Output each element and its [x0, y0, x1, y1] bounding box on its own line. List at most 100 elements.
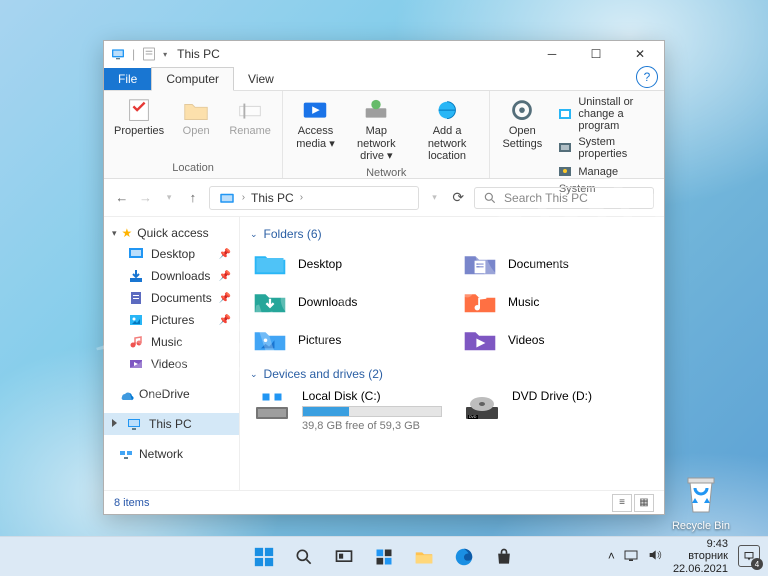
settings-icon	[507, 97, 537, 123]
folders-section-header[interactable]: ⌄Folders (6)	[250, 227, 654, 241]
qat: | ▾	[110, 46, 167, 62]
recycle-bin[interactable]: Recycle Bin	[670, 468, 732, 532]
minimize-button[interactable]: ─	[530, 41, 574, 67]
drive-usage-bar	[302, 406, 442, 417]
open-settings-button[interactable]: Open Settings	[496, 93, 548, 183]
nav-pictures[interactable]: Pictures📌	[104, 309, 239, 331]
map-network-drive-button[interactable]: Map network drive ▾	[344, 93, 409, 167]
clock-date: 22.06.2021	[673, 563, 728, 576]
close-button[interactable]: ✕	[618, 41, 662, 67]
tab-file[interactable]: File	[104, 68, 151, 90]
system-properties-button[interactable]: System properties	[554, 135, 654, 161]
network-tray-icon[interactable]	[623, 547, 639, 566]
folder-documents[interactable]: Documents	[460, 247, 654, 281]
music-folder-icon	[462, 287, 498, 317]
drives-section-header[interactable]: ⌄Devices and drives (2)	[250, 367, 654, 381]
chevron-right-icon[interactable]: ›	[242, 192, 245, 203]
taskbar[interactable]: ˄ 9:43 вторник 22.06.2021 4	[0, 536, 768, 576]
star-icon: ★	[122, 226, 133, 240]
folder-desktop[interactable]: Desktop	[250, 247, 444, 281]
clock-time: 9:43	[673, 538, 728, 551]
add-network-location-button[interactable]: Add a network location	[411, 93, 483, 167]
nav-desktop[interactable]: Desktop📌	[104, 243, 239, 265]
view-details-button[interactable]: ≡	[612, 494, 632, 512]
drive-local-sub: 39,8 GB free of 59,3 GB	[302, 420, 442, 432]
chevron-down-icon: ⌄	[250, 229, 258, 240]
notification-badge: 4	[751, 558, 763, 570]
nav-documents[interactable]: Documents📌	[104, 287, 239, 309]
back-button[interactable]: ←	[114, 187, 130, 209]
qat-properties-icon[interactable]	[141, 46, 157, 62]
folder-pictures[interactable]: Pictures	[250, 323, 444, 357]
nav-onedrive[interactable]: OneDrive	[104, 383, 239, 405]
file-explorer-taskbar-button[interactable]	[406, 539, 442, 575]
drive-dvd-d[interactable]: DVD DVD Drive (D:)	[460, 387, 654, 434]
widgets-button[interactable]	[366, 539, 402, 575]
desktop-icon	[128, 246, 144, 262]
tray-chevron-icon[interactable]: ˄	[608, 549, 615, 563]
tab-view[interactable]: View	[234, 68, 288, 90]
nav-network[interactable]: Network	[104, 443, 239, 465]
store-button[interactable]	[486, 539, 522, 575]
search-button[interactable]	[286, 539, 322, 575]
open-label: Open	[183, 125, 210, 138]
search-input[interactable]: Search This PC	[474, 187, 654, 209]
folder-music[interactable]: Music	[460, 285, 654, 319]
tab-computer[interactable]: Computer	[151, 67, 234, 91]
titlebar[interactable]: | ▾ This PC ─ ☐ ✕	[104, 41, 664, 67]
ribbon-tabs: File Computer View ?	[104, 67, 664, 91]
clock[interactable]: 9:43 вторник 22.06.2021	[673, 538, 728, 576]
ribbon: Properties Open Rename Location Access m…	[104, 91, 664, 179]
access-media-button[interactable]: Access media ▾	[289, 93, 342, 167]
folder-videos[interactable]: Videos	[460, 323, 654, 357]
manage-label: Manage	[578, 166, 618, 178]
group-location-label: Location	[110, 162, 276, 176]
uninstall-program-button[interactable]: Uninstall or change a program	[554, 95, 654, 133]
quick-access-label: Quick access	[137, 226, 208, 240]
up-button[interactable]: ↑	[185, 187, 201, 209]
rename-label: Rename	[229, 125, 271, 138]
folder-downloads[interactable]: Downloads	[250, 285, 444, 319]
start-button[interactable]	[246, 539, 282, 575]
add-location-label: Add a network location	[415, 125, 479, 163]
breadcrumb-root[interactable]: This PC	[251, 191, 294, 205]
recycle-bin-label: Recycle Bin	[670, 520, 732, 532]
nav-this-pc[interactable]: This PC	[104, 413, 239, 435]
downloads-icon	[128, 268, 144, 284]
help-button[interactable]: ?	[636, 66, 658, 88]
breadcrumb[interactable]: › This PC ›	[209, 186, 419, 210]
properties-icon	[124, 97, 154, 123]
system-tray: ˄ 9:43 вторник 22.06.2021 4	[608, 538, 768, 576]
pin-icon: 📌	[219, 293, 231, 304]
quick-access-header[interactable]: ▾★Quick access	[104, 223, 239, 243]
edge-button[interactable]	[446, 539, 482, 575]
chevron-right-icon[interactable]: ›	[300, 192, 303, 203]
maximize-button[interactable]: ☐	[574, 41, 618, 67]
clock-day: вторник	[673, 550, 728, 563]
map-drive-label: Map network drive ▾	[348, 125, 405, 163]
svg-text:DVD: DVD	[469, 415, 477, 419]
nav-downloads[interactable]: Downloads📌	[104, 265, 239, 287]
volume-tray-icon[interactable]	[647, 547, 663, 566]
pin-icon: 📌	[219, 271, 231, 282]
refresh-button[interactable]: ⟳	[450, 187, 466, 209]
system-properties-label: System properties	[578, 136, 651, 160]
nav-music[interactable]: Music	[104, 331, 239, 353]
rename-icon	[235, 97, 265, 123]
ribbon-group-system: Open Settings Uninstall or change a prog…	[490, 91, 664, 178]
drive-local-c[interactable]: Local Disk (C:) 39,8 GB free of 59,3 GB	[250, 387, 444, 434]
recycle-bin-icon	[680, 468, 722, 518]
access-media-icon	[300, 97, 330, 123]
view-icons-button[interactable]: ▦	[634, 494, 654, 512]
nav-videos[interactable]: Videos	[104, 353, 239, 375]
properties-button[interactable]: Properties	[110, 93, 168, 162]
breadcrumb-dropdown[interactable]: ▾	[427, 187, 443, 209]
qat-dropdown-icon[interactable]: ▾	[163, 50, 167, 59]
recent-locations-button[interactable]: ▾	[161, 187, 177, 209]
uninstall-icon	[557, 106, 573, 122]
forward-button: →	[138, 187, 154, 209]
task-view-button[interactable]	[326, 539, 362, 575]
qat-divider-icon: |	[132, 47, 135, 61]
access-media-label: Access media ▾	[293, 125, 338, 150]
action-center-button[interactable]: 4	[738, 545, 760, 567]
